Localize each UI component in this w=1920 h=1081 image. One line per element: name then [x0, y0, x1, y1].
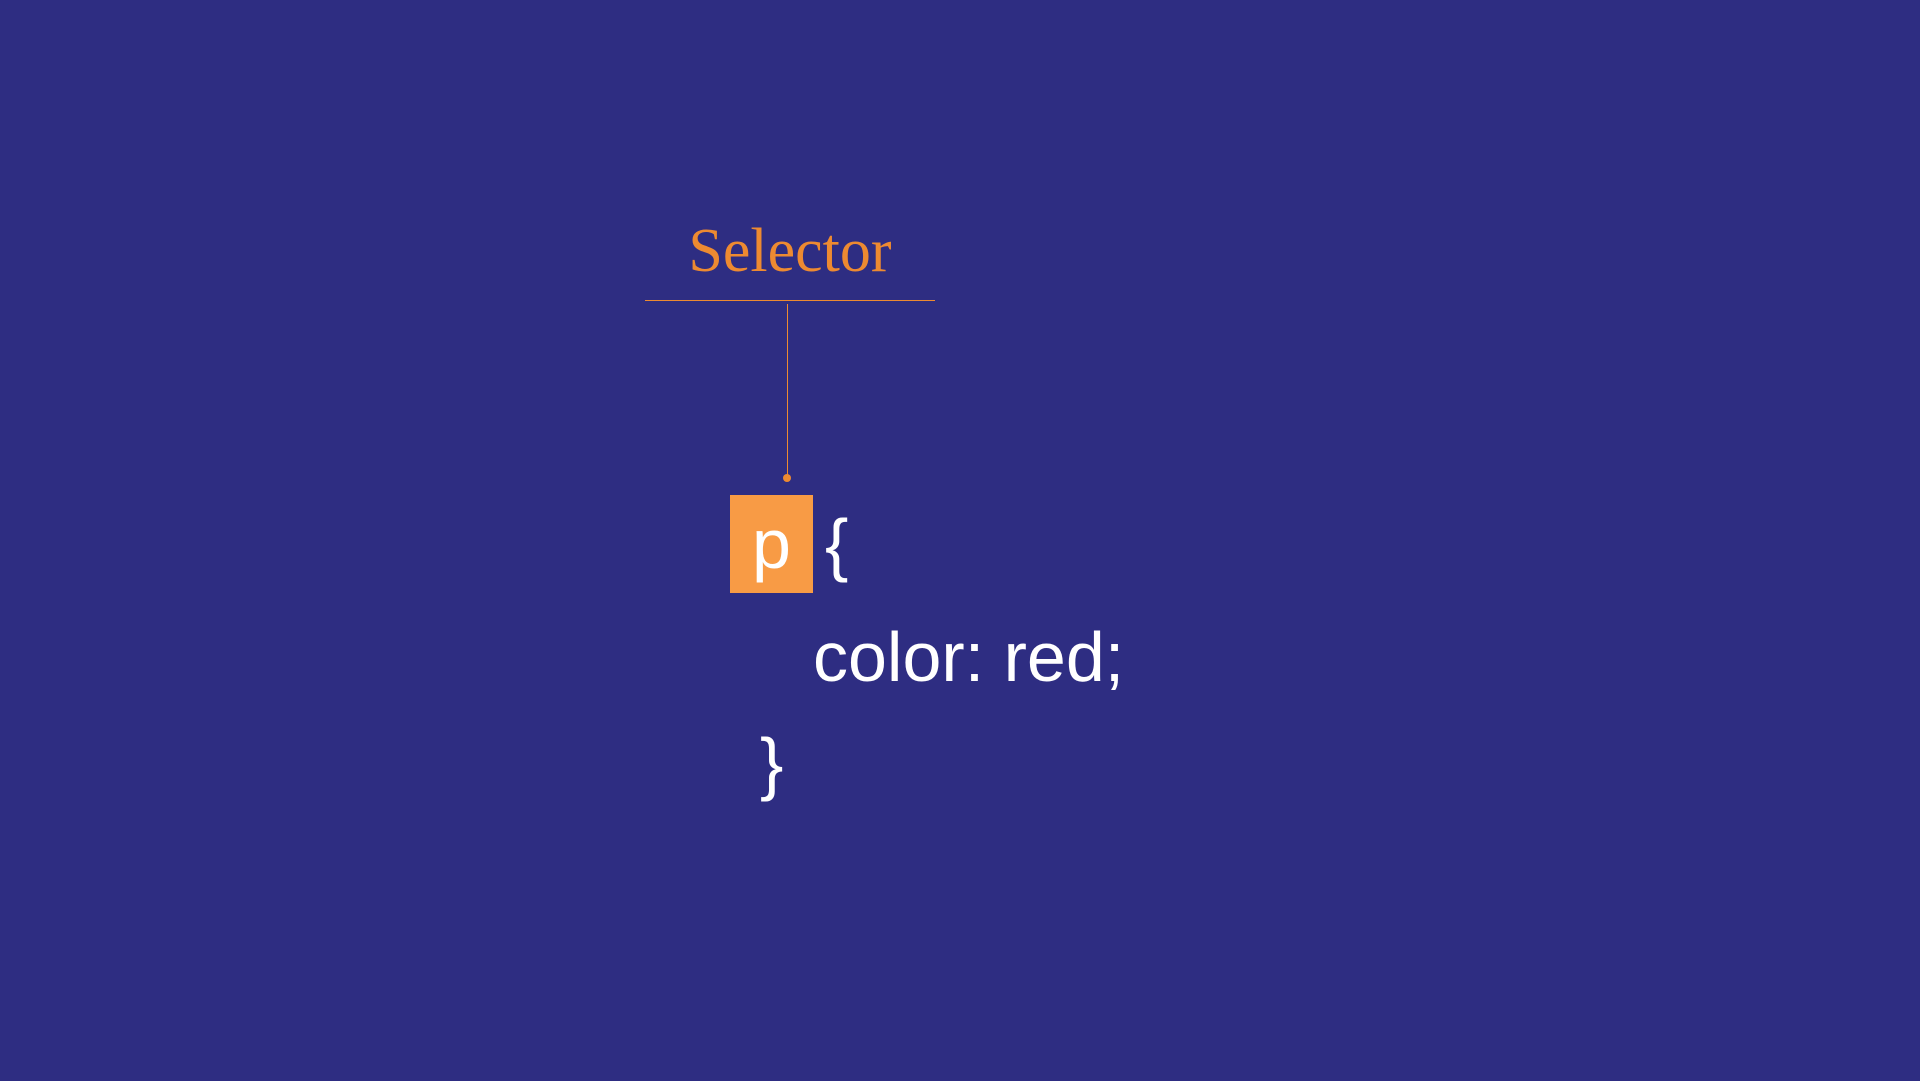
closing-brace: }: [730, 721, 1124, 805]
connector-line: [787, 304, 788, 477]
selector-line: p {: [730, 495, 1124, 593]
connector-dot: [783, 474, 791, 482]
annotation-underline: [645, 300, 935, 301]
css-declaration: color: red;: [730, 615, 1124, 699]
css-selector-highlighted: p: [730, 495, 813, 593]
css-code-block: p { color: red; }: [730, 495, 1124, 805]
opening-brace: {: [825, 502, 848, 586]
annotation-label: Selector: [645, 220, 935, 300]
annotation-label-container: Selector: [645, 220, 935, 301]
